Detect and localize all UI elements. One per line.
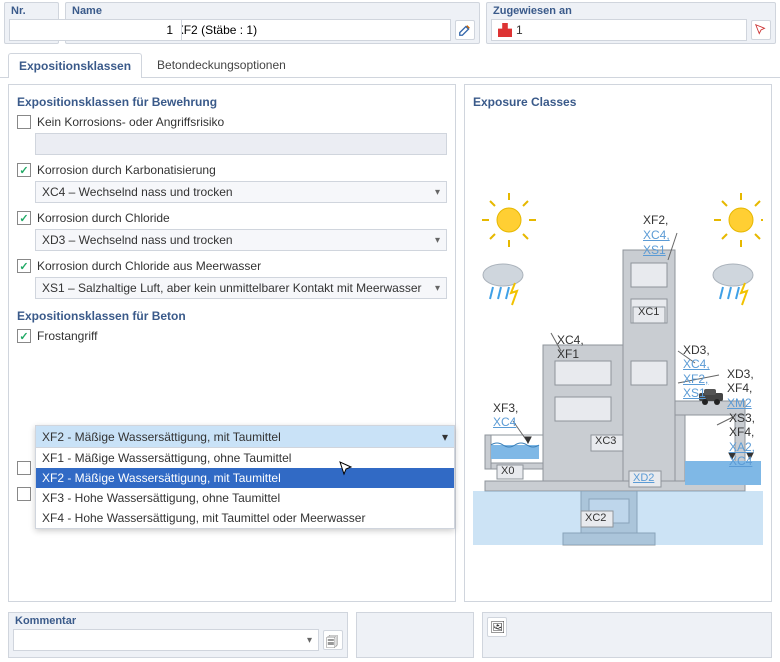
right-panel: Exposure Classes <box>464 84 772 602</box>
exposure-diagram-svg <box>473 115 763 590</box>
lbl-frost: Frostangriff <box>37 329 97 343</box>
section-reinforcement-title: Expositionsklassen für Bewehrung <box>17 95 447 109</box>
dgm-xc2: XC2 <box>585 512 606 525</box>
bottom-preview-panel: 🖼 <box>482 612 772 658</box>
kommentar-lib-button[interactable]: 🗐 <box>323 630 343 650</box>
lbl-chloride: Korrosion durch Chloride <box>37 211 170 225</box>
lbl-no-risk: Kein Korrosions- oder Angriffsrisiko <box>37 115 224 129</box>
chk-frost[interactable] <box>17 329 31 343</box>
chk-carbon[interactable] <box>17 163 31 177</box>
sel-no-risk[interactable] <box>35 133 447 155</box>
exposure-classes-title: Exposure Classes <box>473 95 763 109</box>
chk-chloride[interactable] <box>17 211 31 225</box>
dgm-x0: X0 <box>501 465 514 478</box>
kommentar-select[interactable]: ▾ <box>13 629 319 651</box>
dgm-xd3-xf4-xm2: XD3,XF4,XM2 <box>727 367 754 411</box>
nr-input[interactable] <box>9 19 182 41</box>
tab-betondeckungsoptionen[interactable]: Betondeckungsoptionen <box>146 52 297 77</box>
frost-opt-xf1[interactable]: XF1 - Mäßige Wassersättigung, ohne Taumi… <box>36 448 454 468</box>
dgm-xc4-xf1: XC4,XF1 <box>557 333 584 363</box>
dgm-xf3-xc4: XF3,XC4 <box>493 401 518 431</box>
sel-seawater[interactable]: XS1 – Salzhaltige Luft, aber kein unmitt… <box>35 277 447 299</box>
frost-opt-xf2[interactable]: XF2 - Mäßige Wassersättigung, mit Taumit… <box>36 468 454 488</box>
dgm-xc1: XC1 <box>638 306 659 319</box>
dgm-xf2-xc4-xs1: XF2,XC4,XS1 <box>643 213 670 258</box>
nr-label: Nr. <box>5 3 58 17</box>
bottom-spacer <box>356 612 474 658</box>
kommentar-label: Kommentar <box>9 613 347 627</box>
lbl-carbon: Korrosion durch Karbonatisierung <box>37 163 216 177</box>
dgm-xc3: XC3 <box>595 435 616 448</box>
kommentar-panel: Kommentar ▾ 🗐 <box>8 612 348 658</box>
section-concrete-title: Expositionsklassen für Beton <box>17 309 447 323</box>
assigned-input[interactable]: 1 <box>491 19 747 41</box>
frost-opt-xf3[interactable]: XF3 - Hohe Wassersättigung, ohne Taumitt… <box>36 488 454 508</box>
pick-assigned-button[interactable] <box>751 20 771 40</box>
exposure-diagram: XF2,XC4,XS1 XC1 XC4,XF1 XF3,XC4 XD3,XC4,… <box>473 115 763 590</box>
assigned-panel: Zugewiesen an 1 <box>486 2 776 44</box>
chk-no-risk[interactable] <box>17 115 31 129</box>
dgm-xs3-xf4-xa2-xc4: XS3,XF4,XA2,XC4 <box>729 411 755 469</box>
chk-seawater[interactable] <box>17 259 31 273</box>
preview-image-button[interactable]: 🖼 <box>487 617 507 637</box>
lbl-seawater: Korrosion durch Chloride aus Meerwasser <box>37 259 261 273</box>
chk-verschleiss[interactable] <box>17 487 31 501</box>
edit-name-button[interactable] <box>455 20 475 40</box>
nr-panel: Nr. <box>4 2 59 44</box>
member-ref-icon <box>498 23 512 37</box>
mouse-cursor-icon <box>339 461 355 477</box>
dgm-xd2: XD2 <box>633 472 654 485</box>
tab-bar: Expositionsklassen Betondeckungsoptionen <box>0 46 780 78</box>
chk-unnamed[interactable] <box>17 461 31 475</box>
frost-opt-xf4[interactable]: XF4 - Hohe Wassersättigung, mit Taumitte… <box>36 508 454 528</box>
assigned-label: Zugewiesen an <box>487 3 775 17</box>
sel-frost-value[interactable]: XF2 - Mäßige Wassersättigung, mit Taumit… <box>36 426 454 448</box>
dgm-xd3-xc4-xf2-xs1: XD3,XC4,XF2,XS1 <box>683 343 710 401</box>
left-panel: Expositionsklassen für Bewehrung Kein Ko… <box>8 84 456 602</box>
sel-chloride[interactable]: XD3 – Wechselnd nass und trocken▾ <box>35 229 447 251</box>
tab-expositionsklassen[interactable]: Expositionsklassen <box>8 53 142 78</box>
sel-carbon[interactable]: XC4 – Wechselnd nass und trocken▾ <box>35 181 447 203</box>
sel-frost-dropdown[interactable]: XF2 - Mäßige Wassersättigung, mit Taumit… <box>35 425 455 529</box>
name-label: Name <box>66 3 479 17</box>
